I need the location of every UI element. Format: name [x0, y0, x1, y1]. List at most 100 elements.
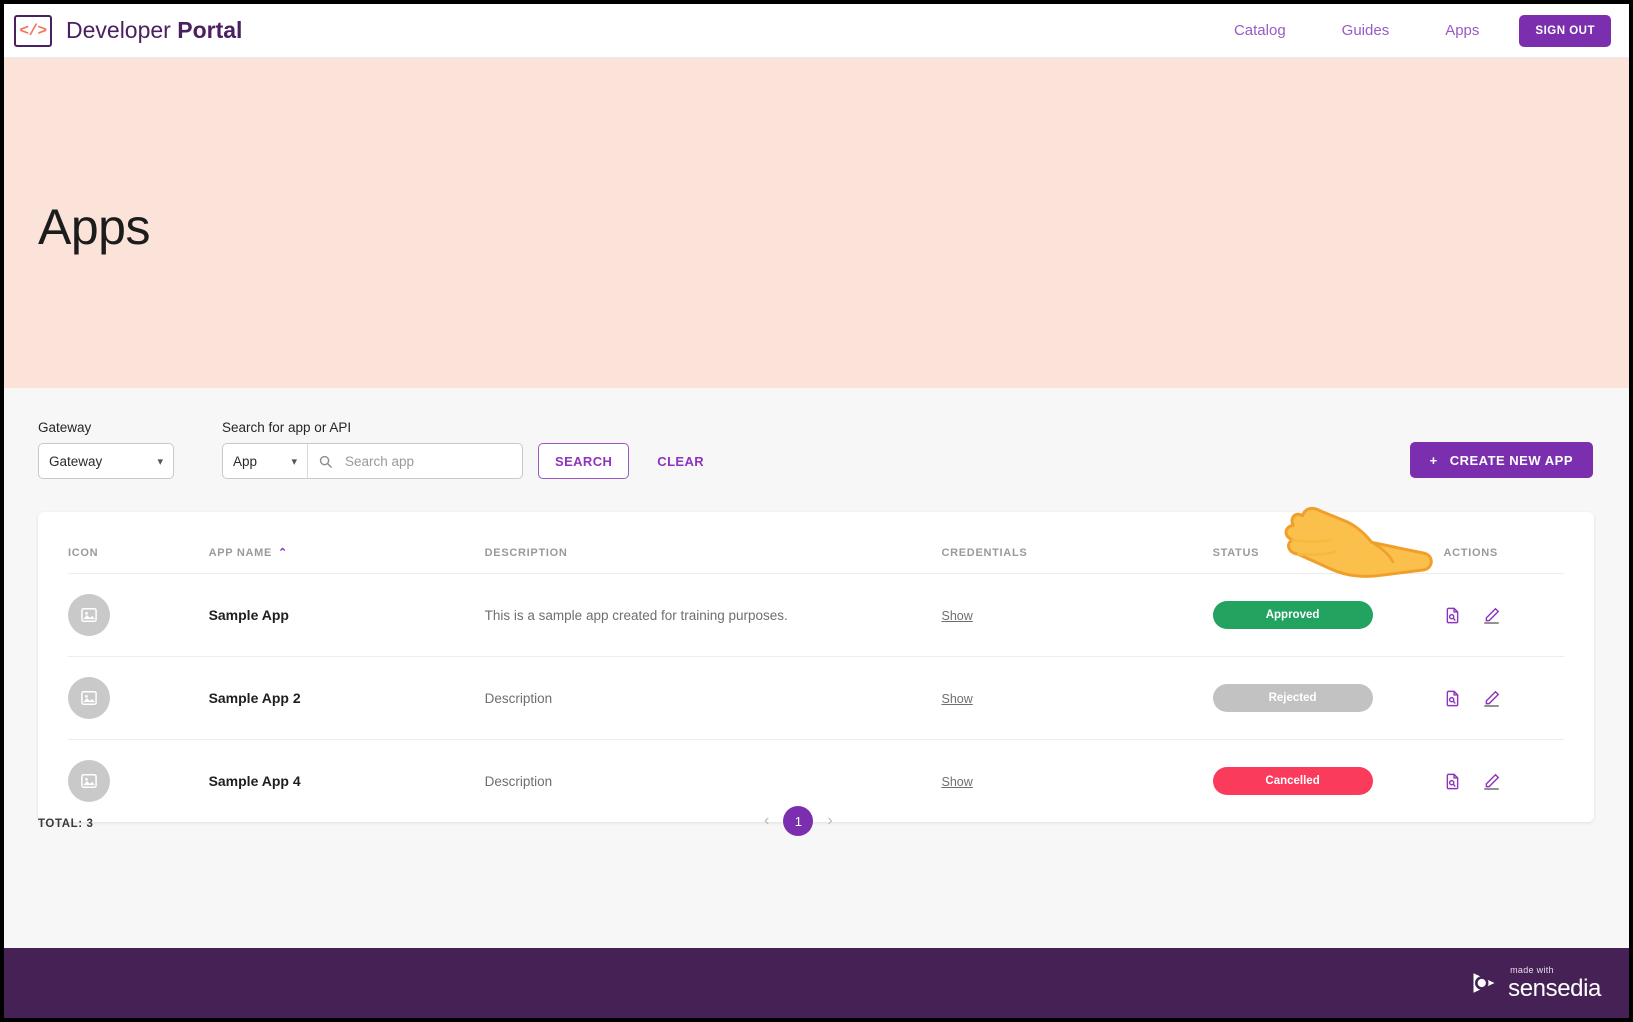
pencil-edit-icon[interactable]	[1482, 689, 1501, 708]
row-icon-cell	[68, 740, 209, 823]
show-credentials-link[interactable]: Show	[941, 609, 972, 623]
brand-title-second: Portal	[177, 17, 243, 43]
header-app-name[interactable]: APP NAME ⌃	[208, 512, 485, 574]
filter-bar: Gateway Gateway ▾ Search for app or API …	[38, 420, 714, 479]
row-actions	[1443, 606, 1564, 625]
pagination: ‹ 1 ›	[764, 806, 833, 836]
image-placeholder-icon	[68, 760, 110, 802]
create-new-app-button[interactable]: + CREATE NEW APP	[1409, 442, 1593, 478]
search-combo: App ▾	[222, 443, 523, 479]
pagination-next-button[interactable]: ›	[827, 812, 832, 830]
image-placeholder-icon	[68, 594, 110, 636]
gateway-filter-group: Gateway Gateway ▾	[38, 420, 174, 479]
row-status-cell: Rejected	[1212, 656, 1444, 740]
row-actions-cell	[1443, 573, 1564, 657]
page-footer: made with sensedia	[4, 948, 1629, 1018]
row-credentials-cell: Show	[941, 656, 1213, 740]
apps-table: ICON APP NAME ⌃ DESCRIPTION CREDENTIALS S…	[68, 512, 1564, 822]
show-credentials-link[interactable]: Show	[941, 775, 972, 789]
row-actions	[1443, 689, 1564, 708]
search-field	[308, 444, 522, 478]
sensedia-text: made with sensedia	[1508, 964, 1601, 1002]
pencil-edit-icon[interactable]	[1482, 772, 1501, 791]
made-with-label: made with	[1510, 964, 1554, 975]
row-actions	[1443, 772, 1564, 791]
clear-button[interactable]: CLEAR	[647, 443, 714, 479]
brand-logo[interactable]: </> Developer Portal	[14, 14, 242, 47]
status-badge: Cancelled	[1212, 767, 1373, 795]
row-name-cell: Sample App 2	[208, 656, 485, 740]
main-content: Gateway Gateway ▾ Search for app or API …	[4, 388, 1629, 948]
sensedia-swirl-icon	[1473, 973, 1495, 993]
table-row[interactable]: Sample App 2 Description Show Rejected	[68, 656, 1564, 740]
header-actions: ACTIONS	[1443, 512, 1564, 574]
row-credentials-cell: Show	[941, 573, 1213, 657]
plus-icon: +	[1429, 452, 1438, 468]
header-credentials: CREDENTIALS	[941, 512, 1213, 574]
search-label: Search for app or API	[222, 420, 352, 435]
table-header-row: ICON APP NAME ⌃ DESCRIPTION CREDENTIALS S…	[68, 512, 1564, 574]
row-name-cell: Sample App 4	[209, 740, 485, 823]
row-actions-cell	[1443, 740, 1564, 823]
gateway-label: Gateway	[38, 420, 92, 435]
search-filter-group: Search for app or API App ▾ Search app S…	[222, 420, 714, 479]
sensedia-brand: sensedia	[1508, 974, 1601, 1002]
apps-table-card: ICON APP NAME ⌃ DESCRIPTION CREDENTIALS S…	[38, 512, 1594, 822]
code-brackets-icon: </>	[14, 14, 52, 47]
row-actions-cell	[1443, 656, 1564, 740]
app-name[interactable]: Sample App 2	[209, 690, 301, 706]
row-status-cell: Approved	[1212, 573, 1444, 657]
search-input[interactable]	[343, 452, 512, 470]
apps-table-body: Sample App This is a sample app created …	[68, 573, 1564, 823]
document-search-icon[interactable]	[1443, 689, 1462, 708]
chevron-down-icon: ▾	[291, 455, 297, 468]
show-credentials-link[interactable]: Show	[941, 692, 972, 706]
app-name[interactable]: Sample App 4	[209, 773, 301, 789]
image-placeholder-icon	[68, 677, 110, 719]
sign-out-button[interactable]: SIGN OUT	[1519, 14, 1611, 47]
row-name-cell: Sample App	[208, 573, 485, 657]
row-icon-cell	[68, 656, 209, 740]
header-app-name-label: APP NAME	[208, 547, 273, 559]
header-description: DESCRIPTION	[484, 512, 942, 574]
top-navigation-bar: </> Developer Portal Catalog Guides Apps…	[4, 4, 1629, 58]
header-status: STATUS	[1212, 512, 1444, 574]
app-description: Description	[484, 773, 553, 789]
row-credentials-cell: Show	[941, 740, 1212, 823]
app-description: This is a sample app created for trainin…	[484, 573, 942, 657]
brand-title-first: Developer	[66, 17, 178, 43]
hero-banner: Apps	[4, 58, 1629, 388]
nav-links: Catalog Guides Apps SIGN OUT	[1206, 14, 1611, 47]
app-name[interactable]: Sample App	[209, 607, 289, 623]
header-icon: ICON	[68, 512, 209, 574]
search-type-value: App	[233, 453, 258, 469]
search-type-select[interactable]: App ▾	[223, 444, 308, 478]
sensedia-logo: made with sensedia	[1469, 964, 1601, 1002]
row-icon-cell	[68, 573, 209, 657]
page-title: Apps	[38, 199, 150, 255]
gateway-select-value: Gateway	[49, 453, 103, 469]
search-button[interactable]: SEARCH	[538, 443, 630, 479]
pagination-page-1[interactable]: 1	[783, 806, 814, 836]
document-search-icon[interactable]	[1443, 606, 1462, 625]
gateway-select[interactable]: Gateway ▾	[38, 443, 174, 479]
brand-title: Developer Portal	[66, 17, 242, 44]
document-search-icon[interactable]	[1443, 772, 1462, 791]
status-badge: Rejected	[1212, 684, 1373, 712]
chevron-down-icon: ▾	[157, 455, 163, 468]
apps-table-head: ICON APP NAME ⌃ DESCRIPTION CREDENTIALS S…	[68, 512, 1564, 574]
sort-asc-icon[interactable]: ⌃	[278, 547, 288, 559]
table-row[interactable]: Sample App This is a sample app created …	[68, 573, 1564, 657]
create-new-app-label: CREATE NEW APP	[1449, 452, 1573, 468]
app-description: Description	[484, 656, 942, 740]
pencil-edit-icon[interactable]	[1482, 606, 1501, 625]
app-page: </> Developer Portal Catalog Guides Apps…	[0, 0, 1633, 1022]
nav-guides[interactable]: Guides	[1314, 16, 1418, 45]
nav-catalog[interactable]: Catalog	[1206, 16, 1314, 45]
magnifier-icon	[319, 455, 332, 468]
pagination-prev-button[interactable]: ‹	[764, 812, 769, 830]
total-count: TOTAL: 3	[38, 818, 94, 830]
nav-apps[interactable]: Apps	[1417, 16, 1507, 45]
status-badge: Approved	[1212, 601, 1373, 629]
row-status-cell: Cancelled	[1212, 740, 1444, 823]
